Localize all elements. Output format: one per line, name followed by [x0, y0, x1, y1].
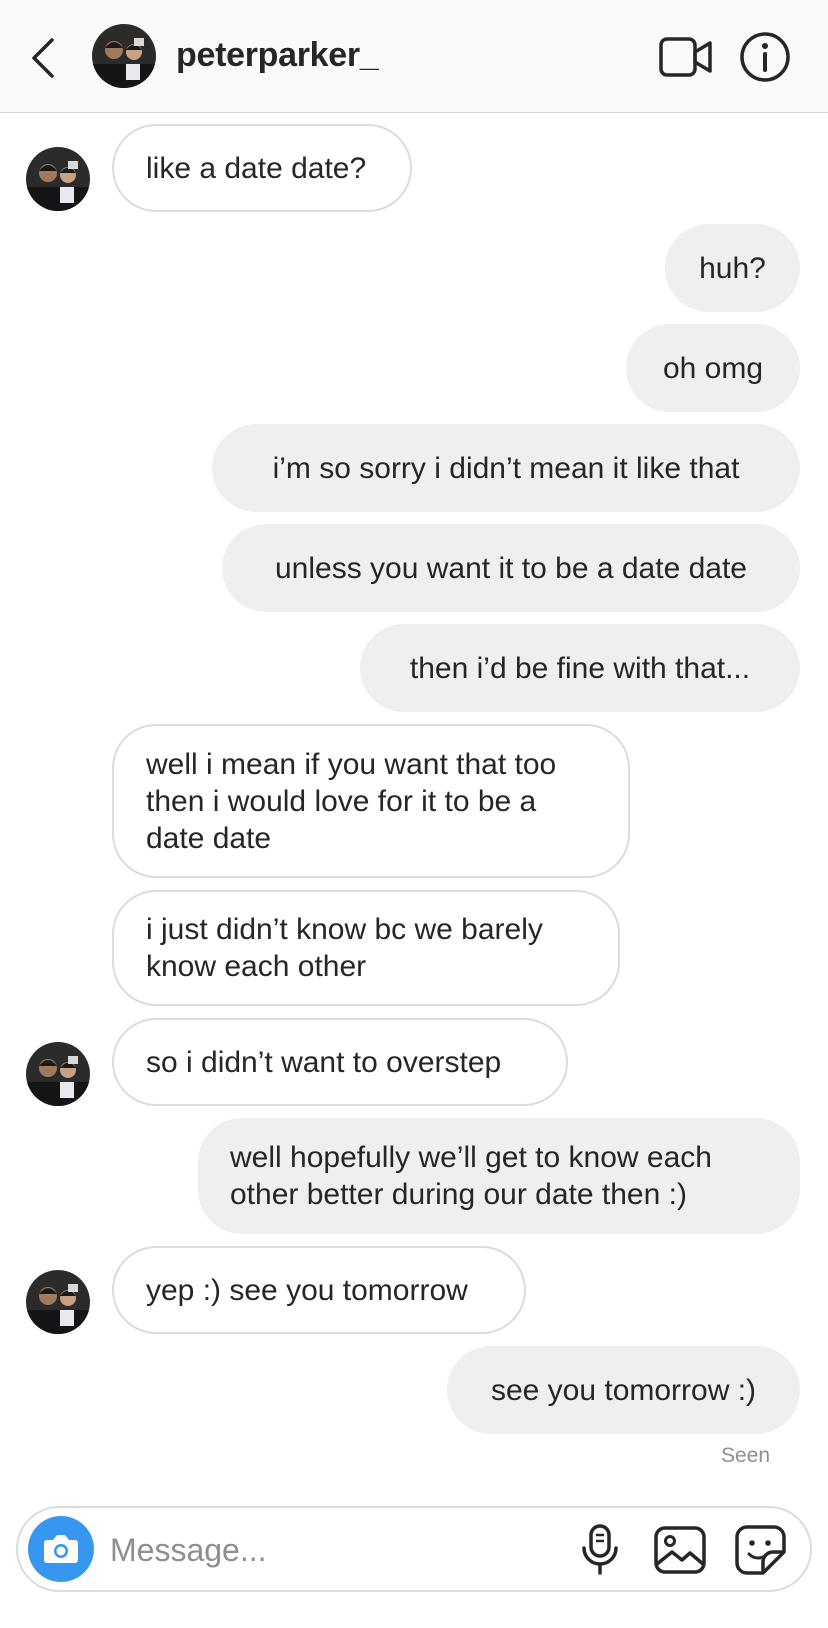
chevron-left-icon: [32, 38, 54, 78]
avatar[interactable]: [26, 147, 90, 211]
message-bubble-outgoing[interactable]: unless you want it to be a date date: [222, 524, 800, 612]
message-text: i just didn’t know bc we barely know eac…: [146, 913, 543, 983]
message-bubble-outgoing[interactable]: well hopefully we’ll get to know each ot…: [198, 1118, 800, 1234]
message-input[interactable]: [108, 1526, 542, 1574]
chat-username[interactable]: peterparker_: [176, 36, 379, 75]
message-text: well hopefully we’ll get to know each ot…: [230, 1141, 712, 1211]
voice-message-button[interactable]: [574, 1522, 626, 1578]
info-icon: [740, 32, 790, 82]
message-bubble-incoming[interactable]: i just didn’t know bc we barely know eac…: [112, 890, 620, 1006]
microphone-icon: [582, 1524, 618, 1575]
gallery-button[interactable]: [652, 1524, 708, 1576]
message-bubble-outgoing[interactable]: oh omg: [626, 324, 800, 412]
message-bubble-incoming[interactable]: yep :) see you tomorrow: [112, 1246, 526, 1334]
image-gallery-icon: [654, 1526, 706, 1574]
avatar[interactable]: [92, 24, 156, 88]
message-bubble-outgoing[interactable]: huh?: [665, 224, 800, 312]
message-text: well i mean if you want that too then i …: [146, 747, 557, 855]
message-bubble-incoming[interactable]: like a date date?: [112, 124, 412, 212]
chat-header: peterparker_: [0, 0, 828, 113]
video-camera-icon: [659, 37, 712, 77]
seen-status: Seen: [720, 1444, 770, 1467]
camera-button[interactable]: [28, 1516, 94, 1582]
message-text: see you tomorrow :): [490, 1373, 757, 1407]
message-text: yep :) see you tomorrow: [146, 1273, 468, 1307]
message-text: huh?: [699, 251, 766, 285]
sticker-icon: [735, 1525, 786, 1575]
avatar[interactable]: [26, 1270, 90, 1334]
message-bubble-outgoing[interactable]: i’m so sorry i didn’t mean it like that: [212, 424, 800, 512]
info-button[interactable]: [738, 30, 792, 84]
message-composer: [16, 1506, 812, 1592]
video-call-button[interactable]: [658, 34, 714, 80]
message-bubble-incoming[interactable]: so i didn’t want to overstep: [112, 1018, 568, 1106]
message-text: like a date date?: [146, 151, 367, 185]
back-button[interactable]: [22, 30, 66, 86]
message-text: i’m so sorry i didn’t mean it like that: [272, 451, 740, 485]
camera-icon: [44, 1535, 78, 1563]
message-text: then i’d be fine with that...: [409, 651, 751, 685]
avatar[interactable]: [26, 1042, 90, 1106]
message-text: oh omg: [662, 351, 764, 385]
sticker-button[interactable]: [732, 1522, 788, 1578]
message-text: so i didn’t want to overstep: [146, 1045, 502, 1079]
message-bubble-outgoing[interactable]: see you tomorrow :): [447, 1346, 800, 1434]
message-text: unless you want it to be a date date: [275, 551, 747, 585]
message-bubble-incoming[interactable]: well i mean if you want that too then i …: [112, 724, 630, 878]
message-bubble-outgoing[interactable]: then i’d be fine with that...: [360, 624, 800, 712]
